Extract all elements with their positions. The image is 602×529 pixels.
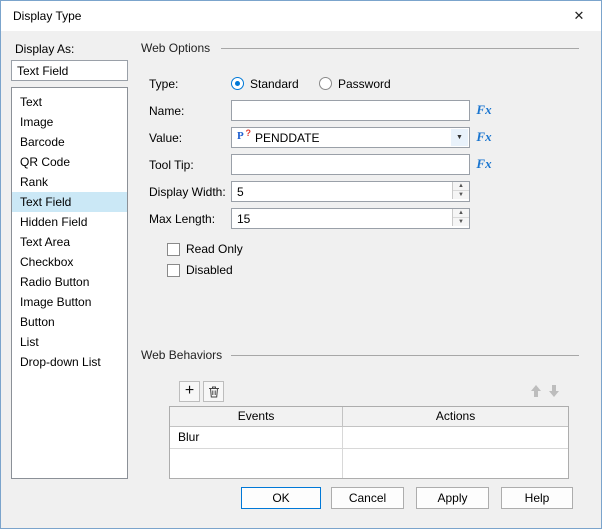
display-type-option[interactable]: Drop-down List	[12, 352, 127, 372]
table-empty-area	[170, 449, 568, 478]
display-type-option[interactable]: Barcode	[12, 132, 127, 152]
down-arrow-icon	[549, 385, 559, 397]
value-label: Value:	[149, 131, 183, 145]
display-type-option[interactable]: Button	[12, 312, 127, 332]
value-combobox[interactable]: P ? PENDDATE ▼	[231, 127, 470, 148]
disabled-checkbox[interactable]	[167, 264, 180, 277]
disabled-label[interactable]: Disabled	[186, 263, 233, 278]
chevron-down-icon[interactable]: ▼	[451, 129, 468, 146]
display-width-spinner[interactable]: ▲ ▼	[231, 181, 470, 202]
display-type-option[interactable]: Checkbox	[12, 252, 127, 272]
parameter-icon: P ?	[237, 127, 251, 142]
plus-icon: +	[184, 381, 195, 399]
display-width-input[interactable]	[231, 181, 470, 202]
type-label: Type:	[149, 77, 179, 91]
read-only-checkbox[interactable]	[167, 243, 180, 256]
spin-down-icon[interactable]: ▼	[453, 218, 469, 226]
behaviors-table: Events Actions Blur	[169, 406, 569, 479]
display-type-dialog: Display Type ✕ Display As: Text Image Ba…	[0, 0, 602, 529]
max-length-spinner[interactable]: ▲ ▼	[231, 208, 470, 229]
events-column-header[interactable]: Events	[170, 407, 344, 426]
trash-icon	[208, 386, 219, 397]
dialog-title: Display Type	[13, 9, 82, 23]
max-length-label: Max Length:	[149, 212, 216, 226]
display-as-input[interactable]	[11, 60, 128, 81]
add-behavior-button[interactable]: +	[179, 381, 200, 402]
read-only-label[interactable]: Read Only	[186, 242, 243, 257]
name-input[interactable]	[231, 100, 470, 121]
max-length-input[interactable]	[231, 208, 470, 229]
behaviors-table-header: Events Actions	[170, 407, 568, 427]
name-label: Name:	[149, 104, 185, 118]
tooltip-formula-icon[interactable]: Fx	[474, 155, 494, 173]
web-options-group-title: Web Options	[141, 41, 211, 55]
display-type-option[interactable]: Text Area	[12, 232, 127, 252]
display-type-option[interactable]: Radio Button	[12, 272, 127, 292]
display-type-list[interactable]: Text Image Barcode QR Code Rank Text Fie…	[11, 87, 128, 479]
value-combobox-text: PENDDATE	[255, 130, 320, 145]
display-type-option[interactable]: Hidden Field	[12, 212, 127, 232]
title-bar: Display Type ✕	[1, 1, 601, 31]
value-formula-icon[interactable]: Fx	[474, 128, 494, 146]
display-type-option[interactable]: Rank	[12, 172, 127, 192]
spin-down-icon[interactable]: ▼	[453, 191, 469, 199]
name-formula-icon[interactable]: Fx	[474, 101, 494, 119]
actions-column-header[interactable]: Actions	[343, 407, 568, 426]
display-type-option[interactable]: QR Code	[12, 152, 127, 172]
radio-standard-label[interactable]: Standard	[250, 77, 299, 92]
help-button[interactable]: Help	[501, 487, 573, 509]
close-icon[interactable]: ✕	[557, 1, 601, 31]
web-options-divider	[221, 48, 579, 49]
move-down-button[interactable]	[546, 382, 562, 400]
radio-password[interactable]	[319, 77, 332, 90]
up-arrow-icon	[531, 385, 541, 397]
radio-password-label[interactable]: Password	[338, 77, 391, 92]
display-width-spin-buttons: ▲ ▼	[452, 182, 469, 199]
display-type-option-selected[interactable]: Text Field	[12, 192, 127, 212]
cancel-button[interactable]: Cancel	[331, 487, 404, 509]
event-cell[interactable]: Blur	[170, 427, 344, 448]
web-behaviors-group-title: Web Behaviors	[141, 348, 223, 362]
max-length-spin-buttons: ▲ ▼	[452, 209, 469, 226]
move-up-button[interactable]	[528, 382, 544, 400]
ok-button[interactable]: OK	[241, 487, 321, 509]
tooltip-input[interactable]	[231, 154, 470, 175]
delete-behavior-button[interactable]	[203, 381, 224, 402]
tooltip-label: Tool Tip:	[149, 158, 194, 172]
web-behaviors-divider	[231, 355, 579, 356]
display-type-option[interactable]: Image Button	[12, 292, 127, 312]
display-type-option[interactable]: List	[12, 332, 127, 352]
spin-up-icon[interactable]: ▲	[453, 209, 469, 218]
display-type-option[interactable]: Text	[12, 92, 127, 112]
display-as-label: Display As:	[15, 42, 75, 56]
apply-button[interactable]: Apply	[416, 487, 489, 509]
table-row[interactable]: Blur	[170, 427, 568, 449]
spin-up-icon[interactable]: ▲	[453, 182, 469, 191]
radio-standard[interactable]	[231, 77, 244, 90]
display-width-label: Display Width:	[149, 185, 226, 199]
display-type-option[interactable]: Image	[12, 112, 127, 132]
action-cell[interactable]	[343, 427, 568, 448]
